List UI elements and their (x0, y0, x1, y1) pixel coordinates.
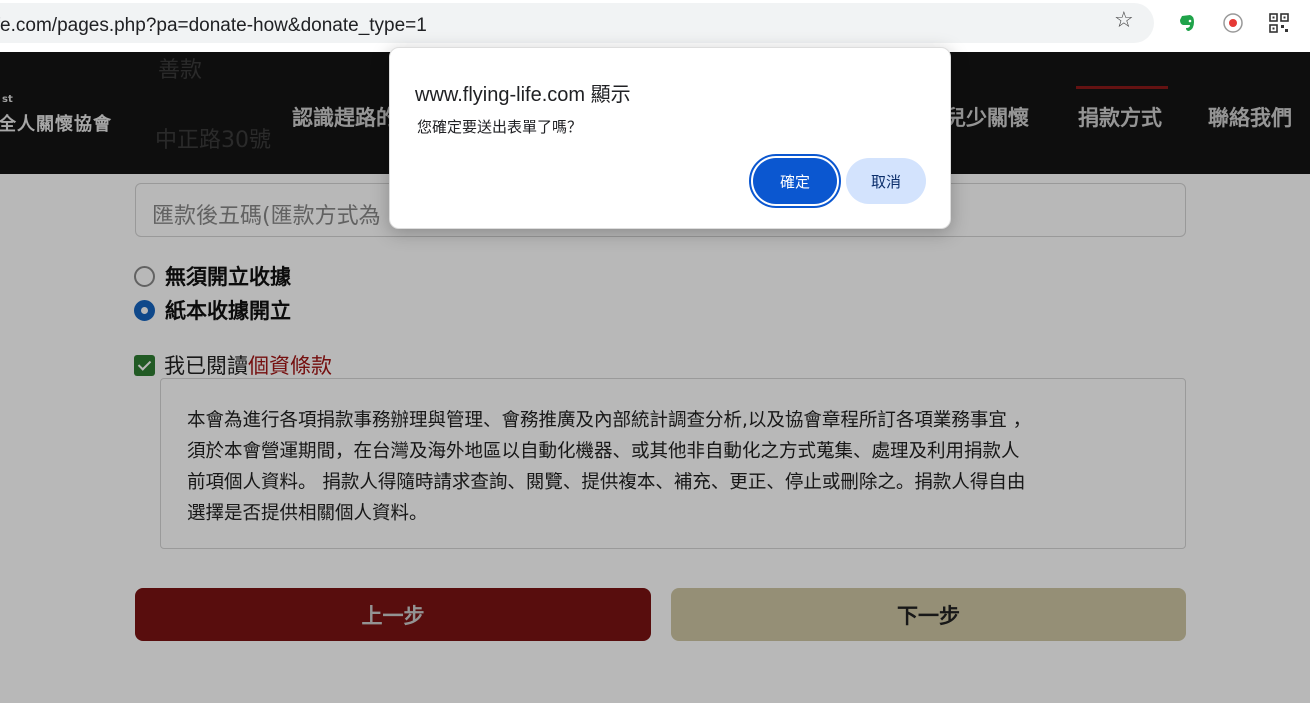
confirm-dialog: www.flying-life.com 顯示 您確定要送出表單了嗎？ 確定 取消 (389, 47, 951, 229)
browser-toolbar: -life.com/pages.php?pa=donate-how&donate… (0, 0, 1310, 46)
dialog-message: 您確定要送出表單了嗎？ (417, 118, 583, 136)
star-icon[interactable]: ☆ (1114, 10, 1134, 32)
evernote-extension-icon[interactable] (1176, 12, 1198, 34)
record-extension-icon[interactable] (1222, 12, 1244, 34)
confirm-ok-button[interactable]: 確定 (749, 154, 841, 208)
dialog-title: www.flying-life.com 顯示 (415, 84, 631, 106)
url-text[interactable]: -life.com/pages.php?pa=donate-how&donate… (0, 15, 427, 37)
qr-code-extension-icon[interactable] (1268, 12, 1290, 34)
confirm-cancel-button[interactable]: 取消 (846, 158, 926, 204)
address-bar[interactable]: -life.com/pages.php?pa=donate-how&donate… (0, 3, 1154, 43)
